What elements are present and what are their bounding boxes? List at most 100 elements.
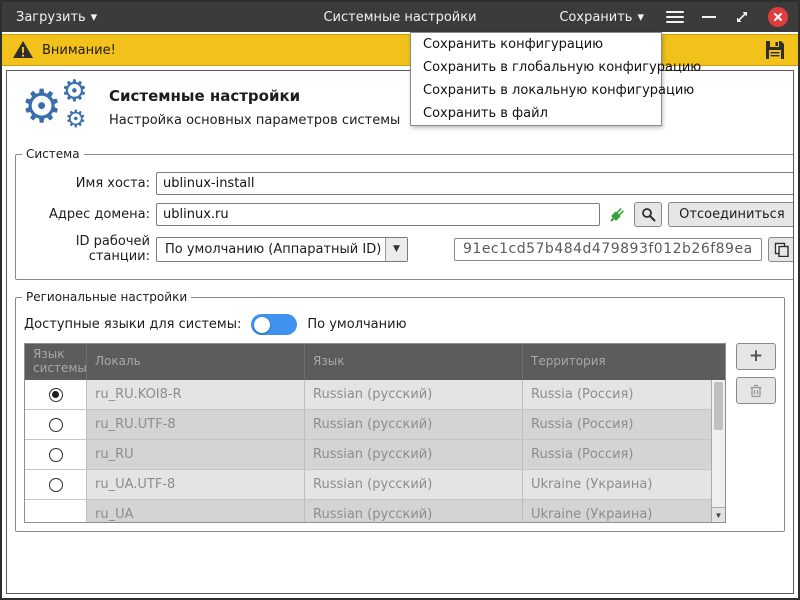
domain-row: Адрес домена: [24,202,794,227]
table-body: ru_RU.KOI8-R Russian (русский) Russia (Р… [25,380,725,522]
cell-locale: ru_RU [87,440,305,470]
domain-input[interactable] [156,203,600,226]
delete-locale-button[interactable] [736,377,776,404]
menu-item-save-global-config[interactable]: Сохранить в глобальную конфигурацию [411,56,661,79]
add-locale-button[interactable]: + [736,343,776,370]
cell-language: Russian (русский) [305,380,523,410]
row-radio-cell [25,500,87,522]
page-title: Системные настройки [109,87,400,105]
cell-territory: Ukraine (Украина) [523,500,725,522]
scroll-down-button[interactable]: ▼ [712,507,725,522]
locales-table: Язык системы Локаль Язык Территория ru_R… [24,343,726,523]
warning-label: Внимание! [42,43,116,58]
plus-icon: + [749,348,763,365]
close-button[interactable] [766,5,790,29]
gears-icon: ⚙ ⚙ ⚙ [21,81,109,139]
menu-item-save-config[interactable]: Сохранить конфигурацию [411,33,661,56]
hostname-row: Имя хоста: [24,172,794,195]
row-radio-cell [25,380,87,410]
table-row[interactable]: ru_UA.UTF-8 Russian (русский) Ukraine (У… [25,470,725,500]
page-subtitle: Настройка основных параметров системы [109,113,400,128]
col-header-territory: Территория [523,344,725,380]
save-dropdown-button[interactable]: Сохранить ▾ [553,6,650,29]
cell-territory: Russia (Россия) [523,440,725,470]
cell-language: Russian (русский) [305,470,523,500]
cell-territory: Russia (Россия) [523,410,725,440]
cell-language: Russian (русский) [305,440,523,470]
station-id-value: 91ec1cd57b484d479893f012b26f89ea [454,238,762,261]
station-id-select[interactable]: По умолчанию (Аппаратный ID) ▼ [156,237,408,262]
arrow-down-icon: ▼ [715,511,723,520]
disconnect-button[interactable]: Отсоединиться [668,202,794,227]
languages-toggle-row: Доступные языки для системы: По умолчани… [24,314,776,335]
languages-toggle[interactable] [251,314,297,335]
load-dropdown-button[interactable]: Загрузить ▾ [10,6,103,29]
save-file-button[interactable] [762,37,788,63]
col-header-locale: Локаль [87,344,305,380]
maximize-button[interactable] [732,7,752,27]
hostname-label: Имя хоста: [24,176,150,191]
system-legend: Система [22,147,84,161]
cell-territory: Ukraine (Украина) [523,470,725,500]
table-header-row: Язык системы Локаль Язык Территория [25,344,725,380]
locales-table-area: Язык системы Локаль Язык Территория ru_R… [24,343,776,523]
minimize-button[interactable] [700,14,718,20]
cell-locale: ru_UA.UTF-8 [87,470,305,500]
radio-button[interactable] [49,388,63,402]
row-radio-cell [25,440,87,470]
hamburger-icon [666,8,684,26]
save-menu: Сохранить конфигурацию Сохранить в глоба… [410,32,662,126]
cell-locale: ru_UA [87,500,305,522]
radio-button[interactable] [49,478,63,492]
domain-search-button[interactable] [634,202,662,227]
hostname-input[interactable] [156,172,794,195]
close-icon [768,7,788,27]
trash-icon [749,383,763,398]
cell-language: Russian (русский) [305,410,523,440]
system-fieldset: Система Имя хоста: Адрес домена: [15,147,794,280]
floppy-disk-icon [764,39,786,61]
table-row[interactable]: ru_RU.UTF-8 Russian (русский) Russia (Ро… [25,410,725,440]
table-scrollbar[interactable]: ▼ [711,380,725,522]
col-header-system-language: Язык системы [25,344,87,380]
titlebar: Загрузить ▾ Системные настройки Сохранит… [2,2,798,32]
copy-icon [774,242,789,257]
save-dropdown-label: Сохранить [559,10,632,25]
languages-toggle-label: Доступные языки для системы: [24,317,241,332]
station-id-selected-option: По умолчанию (Аппаратный ID) [157,242,385,257]
warning-icon [12,40,34,60]
chevron-down-icon: ▾ [91,10,98,25]
cell-language: Russian (русский) [305,500,523,522]
expand-icon [734,9,750,25]
app-window: Загрузить ▾ Системные настройки Сохранит… [0,0,800,600]
row-radio-cell [25,470,87,500]
chevron-down-icon: ▾ [637,10,644,25]
station-id-label: ID рабочей станции: [24,234,150,264]
menu-item-save-local-config[interactable]: Сохранить в локальную конфигурацию [411,79,661,102]
search-icon [641,207,656,222]
cell-territory: Russia (Россия) [523,380,725,410]
domain-label: Адрес домена: [24,207,150,222]
menu-item-save-to-file[interactable]: Сохранить в файл [411,102,661,125]
radio-button[interactable] [49,448,63,462]
col-header-language: Язык [305,344,523,380]
table-row[interactable]: ru_UA Russian (русский) Ukraine (Украина… [25,500,725,522]
cell-locale: ru_RU.UTF-8 [87,410,305,440]
regional-legend: Региональные настройки [22,290,191,304]
scrollbar-thumb[interactable] [714,382,723,430]
table-row[interactable]: ru_RU Russian (русский) Russia (Россия) [25,440,725,470]
languages-toggle-state-label: По умолчанию [307,317,406,332]
regional-fieldset: Региональные настройки Доступные языки д… [15,290,785,532]
load-dropdown-label: Загрузить [16,10,86,25]
station-id-row: ID рабочей станции: По умолчанию (Аппара… [24,234,794,264]
chevron-down-icon: ▼ [385,238,407,261]
table-row[interactable]: ru_RU.KOI8-R Russian (русский) Russia (Р… [25,380,725,410]
cell-locale: ru_RU.KOI8-R [87,380,305,410]
row-radio-cell [25,410,87,440]
radio-button[interactable] [49,418,63,432]
table-side-buttons: + [726,343,776,404]
main-content: ⚙ ⚙ ⚙ Системные настройки Настройка осно… [6,70,794,594]
copy-id-button[interactable] [768,237,794,262]
minimize-icon [702,16,716,18]
menu-button[interactable] [664,6,686,28]
